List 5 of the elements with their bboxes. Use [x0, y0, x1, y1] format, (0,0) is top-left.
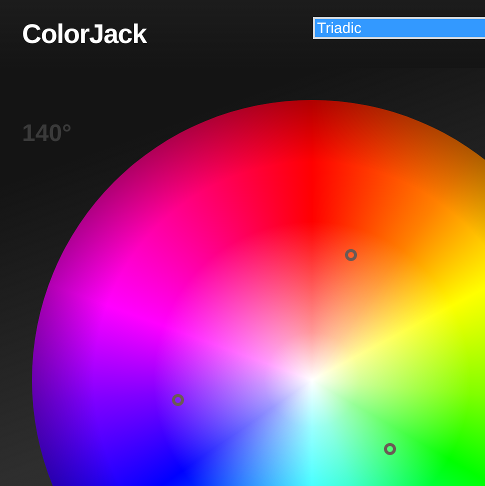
color-marker[interactable] — [384, 443, 396, 455]
scheme-select[interactable]: Triadic — [313, 17, 485, 39]
app-title: ColorJack — [22, 18, 146, 51]
color-marker[interactable] — [345, 249, 357, 261]
color-marker[interactable] — [172, 394, 184, 406]
